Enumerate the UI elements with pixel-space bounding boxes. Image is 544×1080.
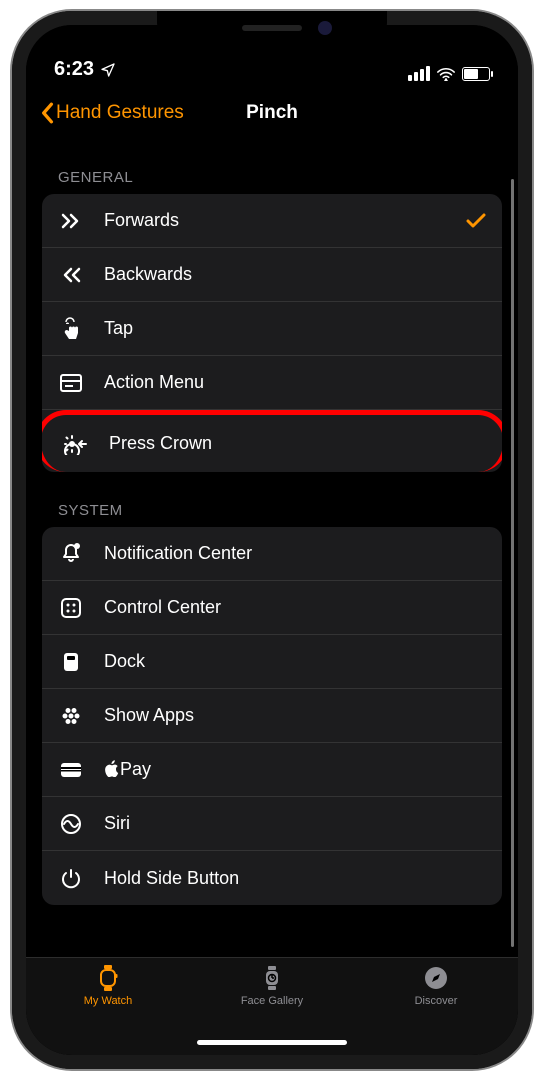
row-control-center[interactable]: Control Center [42,581,502,635]
apps-grid-icon [58,703,84,729]
backwards-icon [58,262,84,288]
row-siri[interactable]: Siri [42,797,502,851]
row-label: Press Crown [109,433,481,454]
row-label: Control Center [104,597,486,618]
content-scroll[interactable]: GENERAL Forwards Backwards [26,139,518,957]
row-label: Forwards [104,210,446,231]
wifi-icon [436,67,456,81]
bell-icon [58,541,84,567]
row-label: Tap [104,318,486,339]
row-label: Dock [104,651,486,672]
navigation-bar: Hand Gestures Pinch [26,87,518,139]
row-hold-side-button[interactable]: Hold Side Button [42,851,502,905]
compass-icon [421,964,451,992]
row-notification-center[interactable]: Notification Center [42,527,502,581]
row-press-crown[interactable]: Press Crown [42,410,502,472]
power-icon [58,865,84,891]
tab-label: My Watch [84,995,133,1007]
row-backwards[interactable]: Backwards [42,248,502,302]
row-label: Notification Center [104,543,486,564]
page-title: Pinch [246,102,298,124]
row-label: Pay [104,759,486,780]
wallet-icon [58,757,84,783]
tab-my-watch[interactable]: My Watch [26,964,190,1055]
apple-logo-icon [104,760,119,777]
row-action-menu[interactable]: Action Menu [42,356,502,410]
press-crown-icon [63,431,89,457]
tap-icon [58,316,84,342]
dock-icon [58,649,84,675]
location-icon [100,62,116,78]
row-dock[interactable]: Dock [42,635,502,689]
notch [157,11,387,45]
row-label: Backwards [104,264,486,285]
back-button[interactable]: Hand Gestures [36,96,188,130]
home-indicator[interactable] [197,1040,347,1045]
cellular-icon [408,66,430,81]
row-apple-pay[interactable]: Pay [42,743,502,797]
tab-label: Discover [415,995,458,1007]
phone-frame: 6:23 Hand Gestures Pinch [12,11,532,1069]
group-general: Forwards Backwards Tap [42,194,502,472]
section-header-general: GENERAL [42,139,502,194]
row-label: Action Menu [104,372,486,393]
row-tap[interactable]: Tap [42,302,502,356]
scrollbar[interactable] [511,179,514,947]
group-system: Notification Center Control Center Dock [42,527,502,905]
face-gallery-icon [257,964,287,992]
tab-discover[interactable]: Discover [354,964,518,1055]
row-label: Hold Side Button [104,868,486,889]
tab-label: Face Gallery [241,995,303,1007]
row-show-apps[interactable]: Show Apps [42,689,502,743]
row-label: Show Apps [104,705,486,726]
back-label: Hand Gestures [56,102,184,124]
row-label: Siri [104,813,486,834]
forwards-icon [58,208,84,234]
watch-icon [93,964,123,992]
chevron-left-icon [40,102,54,124]
control-center-icon [58,595,84,621]
status-time: 6:23 [54,58,94,81]
section-header-system: SYSTEM [42,472,502,527]
checkmark-icon [466,212,486,230]
siri-icon [58,811,84,837]
action-menu-icon [58,370,84,396]
battery-icon [462,67,490,81]
row-forwards[interactable]: Forwards [42,194,502,248]
